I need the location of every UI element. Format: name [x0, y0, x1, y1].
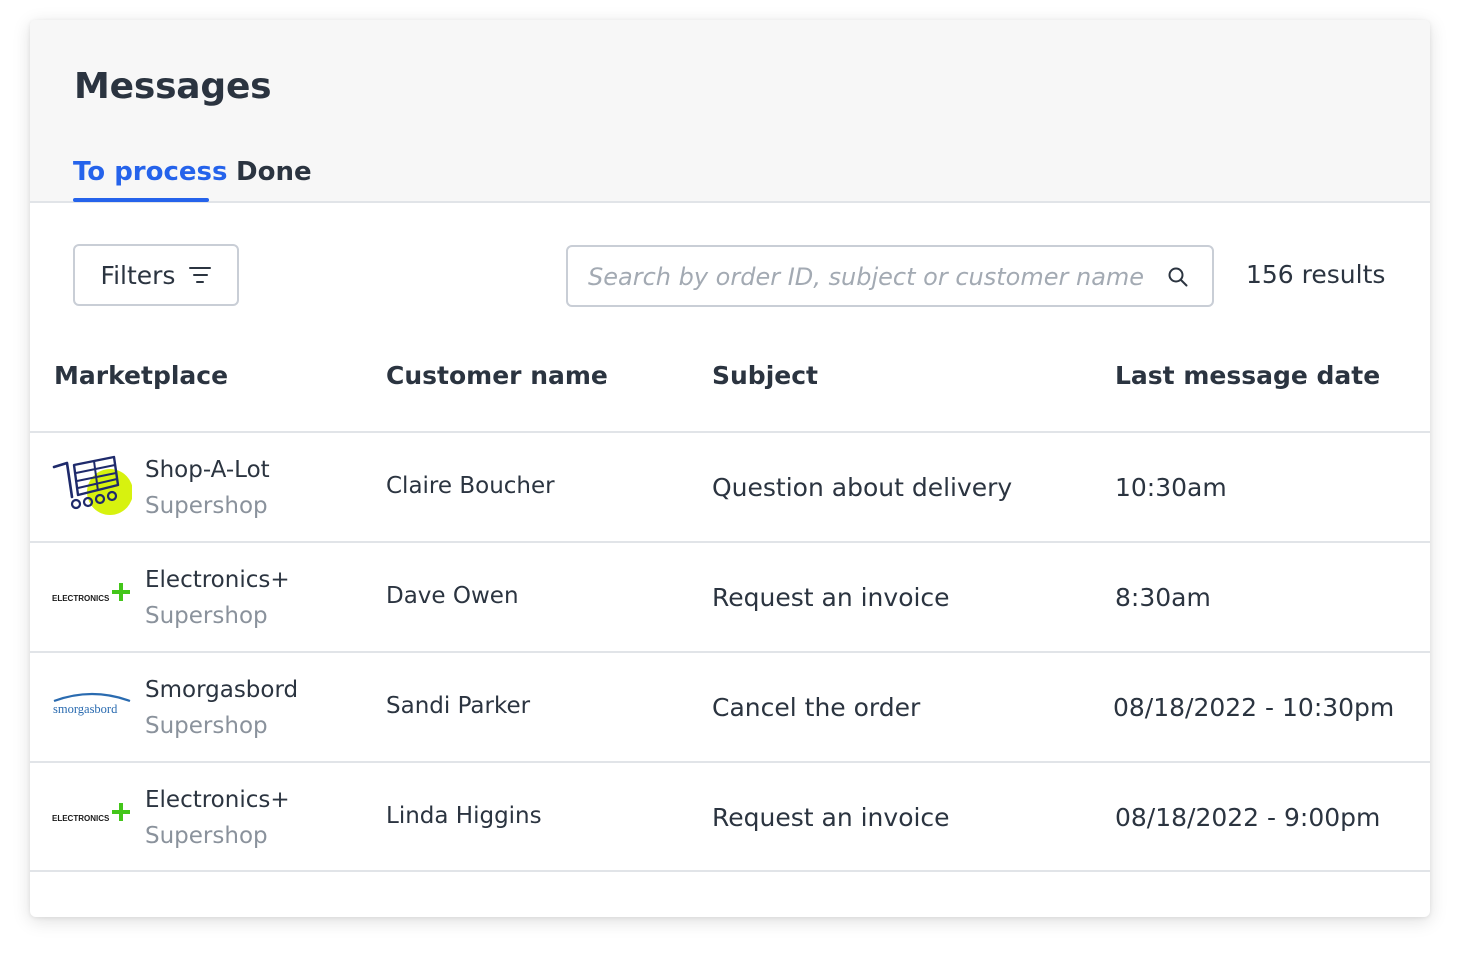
smorgasbord-logo: smorgasbord [53, 692, 131, 716]
search-box[interactable] [566, 245, 1214, 307]
table-row[interactable]: ELECTRONICS Electronics+ Supershop Dave … [30, 543, 1430, 651]
shop-name: Supershop [145, 713, 268, 739]
tab-to-process[interactable]: To process [73, 157, 228, 187]
last-message-date: 08/18/2022 - 9:00pm [1115, 803, 1381, 832]
electronics-plus-logo: ELECTRONICS [52, 803, 130, 823]
message-subject: Request an invoice [712, 583, 950, 612]
table-row[interactable]: ELECTRONICS Electronics+ Supershop Linda… [30, 763, 1430, 871]
electronics-plus-logo: ELECTRONICS [52, 583, 130, 603]
tab-done[interactable]: Done [236, 157, 312, 187]
marketplace-name: Shop-A-Lot [145, 457, 270, 483]
message-subject: Cancel the order [712, 693, 921, 722]
column-header-subject: Subject [712, 361, 818, 390]
table-divider [30, 870, 1430, 872]
last-message-date: 8:30am [1115, 583, 1211, 612]
messages-card: Messages To process Done Filters 156 res… [30, 20, 1430, 917]
last-message-date: 08/18/2022 - 10:30pm [1113, 693, 1395, 722]
table-row[interactable]: smorgasbord Smorgasbord Supershop Sandi … [30, 653, 1430, 761]
last-message-date: 10:30am [1115, 473, 1227, 502]
filter-icon [189, 267, 212, 283]
customer-name: Dave Owen [386, 583, 519, 609]
column-header-customer-name: Customer name [386, 361, 608, 390]
column-header-marketplace: Marketplace [54, 361, 229, 390]
search-icon[interactable] [1166, 265, 1190, 289]
page-title: Messages [74, 66, 272, 107]
svg-text:smorgasbord: smorgasbord [53, 702, 118, 716]
message-subject: Request an invoice [712, 803, 950, 832]
active-tab-indicator [73, 198, 209, 202]
svg-text:ELECTRONICS: ELECTRONICS [52, 814, 110, 823]
table-row[interactable]: Shop-A-Lot Supershop Claire Boucher Ques… [30, 433, 1430, 541]
svg-text:ELECTRONICS: ELECTRONICS [52, 594, 110, 603]
shop-name: Supershop [145, 823, 268, 849]
marketplace-name: Smorgasbord [145, 677, 299, 703]
marketplace-name: Electronics+ [145, 787, 290, 813]
search-input[interactable] [588, 257, 1158, 297]
filters-button[interactable]: Filters [73, 244, 239, 306]
marketplace-name: Electronics+ [145, 567, 290, 593]
customer-name: Linda Higgins [386, 803, 542, 829]
column-header-last-message-date: Last message date [1115, 361, 1381, 390]
shop-name: Supershop [145, 493, 268, 519]
messages-header: Messages To process Done [30, 20, 1430, 203]
filters-button-label: Filters [100, 260, 176, 290]
shop-name: Supershop [145, 603, 268, 629]
shop-a-lot-logo [52, 455, 132, 515]
message-subject: Question about delivery [712, 473, 1013, 502]
customer-name: Sandi Parker [386, 693, 531, 719]
customer-name: Claire Boucher [386, 473, 555, 499]
results-count: 156 results [1246, 260, 1386, 289]
